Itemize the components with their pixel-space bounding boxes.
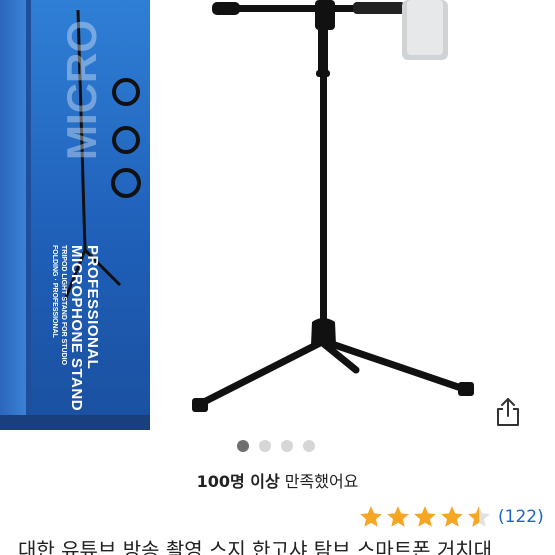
box-brand-watermark: MICRO <box>58 20 105 160</box>
share-button[interactable] <box>494 396 522 428</box>
box-title-line1: PROFESSIONAL <box>84 245 101 370</box>
pager-dot-2[interactable] <box>259 440 271 452</box>
pager-dot-1[interactable] <box>237 440 249 452</box>
half-star-icon <box>468 506 490 527</box>
pager-dot-3[interactable] <box>281 440 293 452</box>
review-count-link[interactable]: (122) <box>498 507 544 527</box>
star-rating <box>358 504 492 530</box>
pager-dot-4[interactable] <box>303 440 315 452</box>
product-image[interactable]: MICRO PROFESSIONAL MICROPHONE STAND TRIP… <box>0 0 555 430</box>
star-icon <box>441 506 463 527</box>
satisfaction-highlight: 100명 이상 <box>196 472 280 491</box>
box-subtitle-line1: TRIPOD LIGHT STAND FOR STUDIO <box>60 245 67 366</box>
satisfaction-rest: 만족했어요 <box>279 472 359 491</box>
star-icon <box>414 506 436 527</box>
carousel-pager <box>237 440 315 452</box>
satisfaction-text: 100명 이상 만족했어요 <box>0 468 555 492</box>
rating[interactable]: (122) <box>358 503 544 531</box>
box-label: PROFESSIONAL MICROPHONE STAND TRIPOD LIG… <box>40 245 101 425</box>
star-icon <box>360 506 382 527</box>
box-title-line2: MICROPHONE STAND <box>68 245 85 412</box>
product-title: 대한 유튜브 방송 촬영 스지 한고샤 탐브 스마트폰 거치대 <box>18 538 493 555</box>
box-subtitle-line2: FOLDING · PROFESSIONAL <box>51 245 58 338</box>
share-icon <box>497 398 519 426</box>
star-icon <box>387 506 409 527</box>
